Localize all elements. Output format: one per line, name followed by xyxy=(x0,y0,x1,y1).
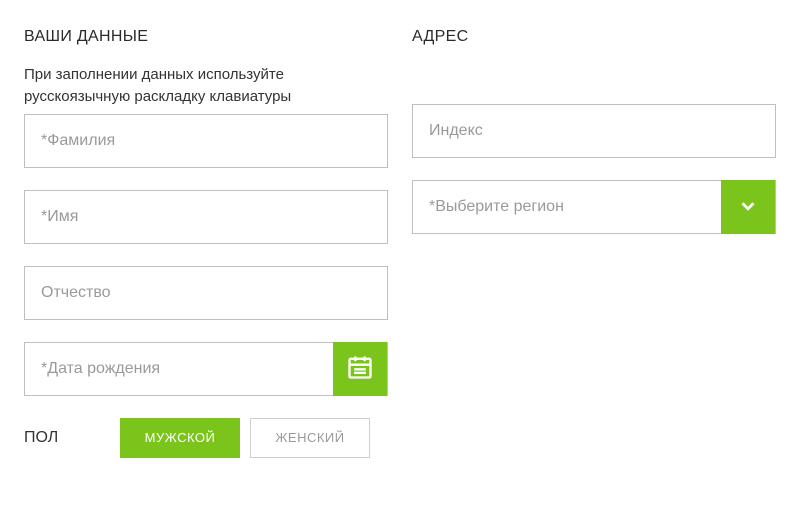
patronymic-input[interactable] xyxy=(25,267,387,319)
dob-input[interactable] xyxy=(25,343,333,395)
gender-row: ПОЛ МУЖСКОЙ ЖЕНСКИЙ xyxy=(24,418,388,458)
gender-female-button[interactable]: ЖЕНСКИЙ xyxy=(250,418,370,458)
chevron-down-icon xyxy=(737,195,759,220)
address-section: АДРЕС *Выберите регион xyxy=(412,28,776,458)
personal-data-section: ВАШИ ДАННЫЕ При заполнении данных исполь… xyxy=(24,28,388,458)
patronymic-field[interactable] xyxy=(24,266,388,320)
gender-label: ПОЛ xyxy=(24,429,120,447)
calendar-icon xyxy=(346,353,374,384)
surname-field[interactable] xyxy=(24,114,388,168)
surname-input[interactable] xyxy=(25,115,387,167)
region-placeholder: *Выберите регион xyxy=(413,198,721,216)
name-input[interactable] xyxy=(25,191,387,243)
section-heading-personal: ВАШИ ДАННЫЕ xyxy=(24,28,388,46)
gender-male-button[interactable]: МУЖСКОЙ xyxy=(120,418,240,458)
calendar-button[interactable] xyxy=(333,342,387,396)
dob-field[interactable] xyxy=(24,342,388,396)
index-input[interactable] xyxy=(413,105,775,157)
spacer xyxy=(412,64,776,104)
index-field[interactable] xyxy=(412,104,776,158)
section-heading-address: АДРЕС xyxy=(412,28,776,46)
region-select[interactable]: *Выберите регион xyxy=(412,180,776,234)
name-field[interactable] xyxy=(24,190,388,244)
region-dropdown-button[interactable] xyxy=(721,180,775,234)
helper-text: При заполнении данных используйте русско… xyxy=(24,64,388,108)
